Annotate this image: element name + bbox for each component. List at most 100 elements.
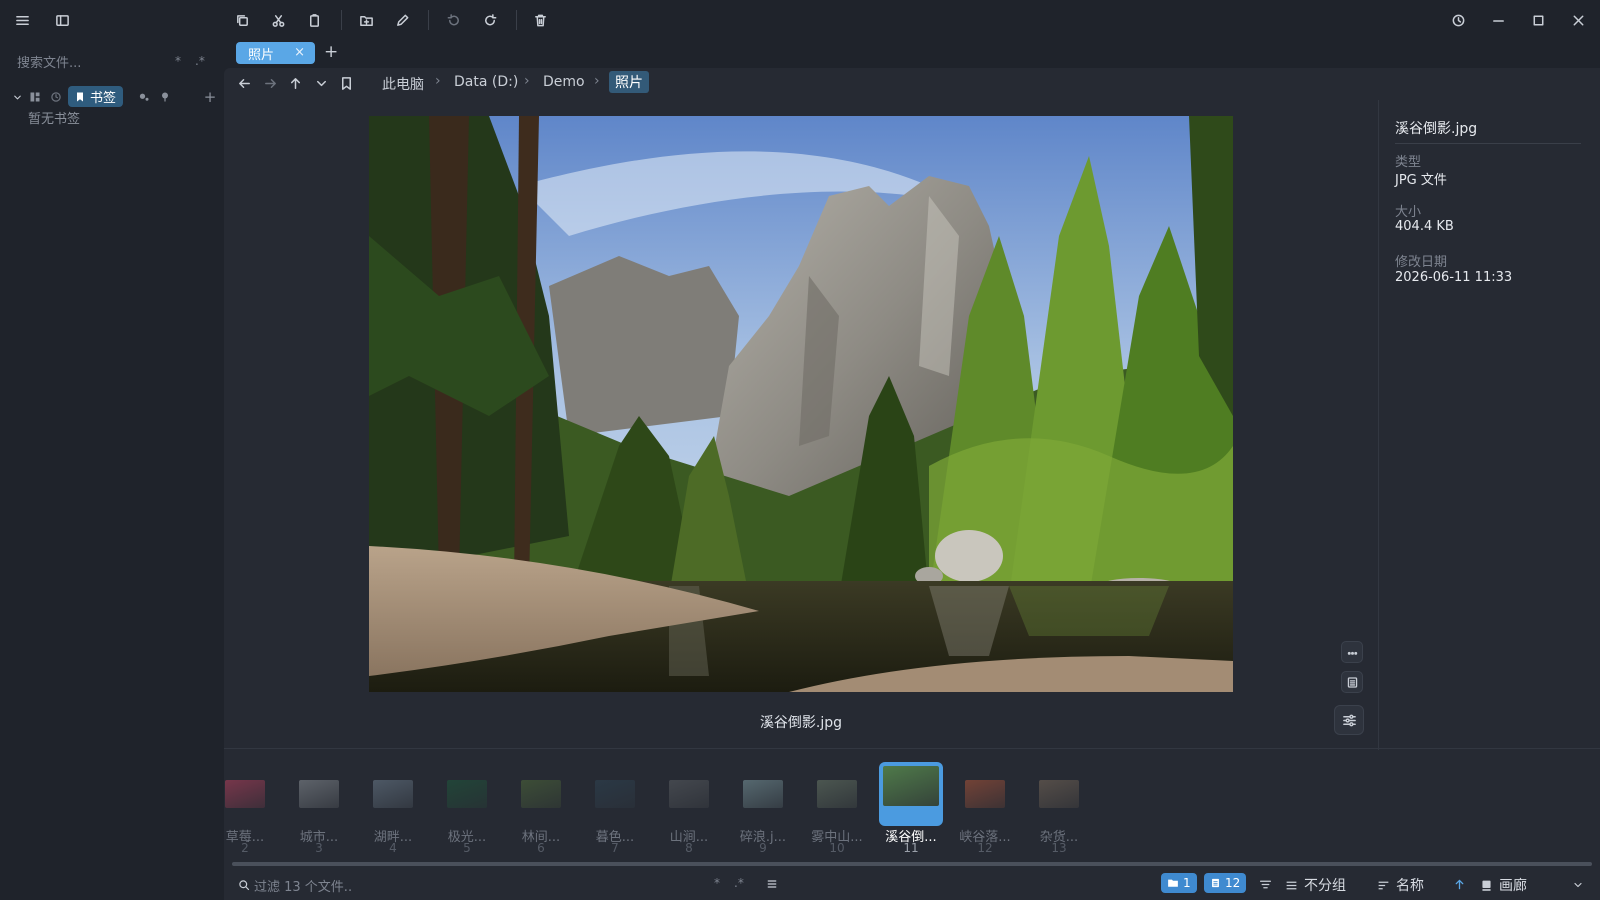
- paste-icon[interactable]: [304, 10, 324, 30]
- rename-icon[interactable]: [392, 10, 412, 30]
- group-by-button[interactable]: 不分组: [1285, 875, 1346, 895]
- preview-caption: 溪谷倒影.jpg: [759, 715, 843, 731]
- search-input[interactable]: 搜索文件...: [17, 56, 81, 71]
- delete-icon[interactable]: [530, 10, 550, 30]
- view-mode-button[interactable]: 画廊: [1480, 875, 1527, 895]
- folder-count-badge[interactable]: 1: [1161, 873, 1197, 893]
- undo-icon[interactable]: [443, 10, 463, 30]
- chevron-down-icon[interactable]: [10, 87, 24, 107]
- breadcrumb-separator: ›: [435, 73, 441, 89]
- bookmark-header: 书签 +: [10, 86, 216, 108]
- sort-label: 名称: [1396, 878, 1424, 894]
- filmstrip-thumbnail[interactable]: 极光... 5: [435, 762, 499, 855]
- search-wildcard-toggle[interactable]: *: [175, 54, 181, 68]
- tab-bookmarks[interactable]: 书签: [68, 86, 124, 107]
- tags-icon[interactable]: [134, 87, 154, 107]
- view-label: 画廊: [1499, 878, 1527, 894]
- back-icon[interactable]: [234, 73, 254, 93]
- filmstrip-thumbnail[interactable]: 碎浪.j... 9: [731, 762, 795, 855]
- filmstrip-thumbnail[interactable]: 杂货... 13: [1027, 762, 1091, 855]
- filmstrip-thumbnail[interactable]: 雾中山... 10: [805, 762, 869, 855]
- preview-image[interactable]: [369, 116, 1233, 692]
- breadcrumb-item[interactable]: 此电脑: [382, 74, 424, 94]
- breadcrumb-item[interactable]: Data (D:): [454, 74, 518, 90]
- navigation-bar: 此电脑 › Data (D:) › Demo › 照片: [234, 71, 1334, 95]
- breadcrumb-current[interactable]: 照片: [609, 71, 649, 93]
- thumbnail-number: 12: [977, 841, 993, 855]
- filter-input[interactable]: 过滤 13 个文件.. * .*: [232, 872, 752, 896]
- cut-icon[interactable]: [268, 10, 288, 30]
- forward-icon[interactable]: [260, 73, 280, 93]
- sidebar-toggle-icon[interactable]: [52, 10, 72, 30]
- filter-wildcard-toggle[interactable]: *: [714, 876, 720, 890]
- new-tab-button[interactable]: +: [324, 42, 338, 62]
- file-search[interactable]: 搜索文件... * .*: [17, 52, 217, 72]
- filter-placeholder: 过滤 13 个文件..: [254, 880, 353, 895]
- info-size-label: 大小: [1395, 205, 1422, 220]
- new-folder-icon[interactable]: [356, 10, 376, 30]
- group-label: 不分组: [1304, 878, 1346, 894]
- thumbnail-image: [817, 780, 857, 808]
- file-icon: [1212, 878, 1219, 888]
- filmstrip-thumbnail[interactable]: 溪谷倒... 11: [879, 762, 943, 855]
- add-bookmark-button[interactable]: +: [200, 87, 220, 107]
- tab-photos[interactable]: 照片 ×: [236, 42, 315, 64]
- filter-toggle-icon[interactable]: [1255, 874, 1275, 894]
- sort-by-button[interactable]: 名称: [1377, 875, 1424, 895]
- breadcrumb-separator: ›: [524, 73, 530, 89]
- search-regex-toggle[interactable]: .*: [195, 54, 205, 68]
- filmstrip-thumbnail[interactable]: 城市... 3: [287, 762, 351, 855]
- recent-icon[interactable]: [46, 87, 66, 107]
- empty-bookmarks-text: 暂无书签: [28, 112, 81, 127]
- sliders-icon: [1342, 714, 1356, 726]
- thumbnail-number: 3: [315, 841, 323, 855]
- thumbnail-number: 11: [903, 841, 919, 855]
- chevron-down-icon[interactable]: [1568, 875, 1588, 895]
- redo-icon[interactable]: [480, 10, 500, 30]
- filmstrip-thumbnail[interactable]: 草莓... 2: [213, 762, 277, 855]
- thumbnail-number: 9: [759, 841, 767, 855]
- list-options-icon[interactable]: [762, 874, 782, 894]
- copy-icon[interactable]: [232, 10, 252, 30]
- filmstrip-thumbnail[interactable]: 湖畔... 4: [361, 762, 425, 855]
- info-date-value: 2026-06-11 11:33: [1395, 270, 1513, 285]
- filter-regex-toggle[interactable]: .*: [734, 876, 744, 890]
- thumbnail-number: 7: [611, 841, 619, 855]
- filmstrip-thumbnail[interactable]: 暮色... 7: [583, 762, 647, 855]
- maximize-icon[interactable]: [1528, 10, 1548, 30]
- more-button[interactable]: [1341, 641, 1363, 663]
- tab-close-icon[interactable]: ×: [294, 45, 305, 60]
- menu-icon[interactable]: [12, 10, 32, 30]
- bookmark-add-icon[interactable]: [336, 73, 356, 93]
- sort-ascending-icon[interactable]: [1449, 874, 1469, 894]
- file-info-panel: 溪谷倒影.jpg 类型 JPG 文件 大小 404.4 KB 修改日期 2026…: [1378, 100, 1600, 750]
- thumbnail-number: 8: [685, 841, 693, 855]
- folder-icon: [1168, 879, 1178, 887]
- grid-view-icon[interactable]: [25, 87, 45, 107]
- tab-bar: 照片 × +: [224, 40, 1600, 68]
- gallery-icon: [1482, 880, 1491, 891]
- adjust-button[interactable]: [1334, 705, 1364, 735]
- breadcrumb-item[interactable]: Demo: [543, 74, 585, 90]
- file-count-badge[interactable]: 12: [1204, 873, 1247, 893]
- filmstrip-thumbnail[interactable]: 峡谷落... 12: [953, 762, 1017, 855]
- filmstrip-thumbnail[interactable]: 林间... 6: [509, 762, 573, 855]
- history-icon[interactable]: [1448, 10, 1468, 30]
- close-window-icon[interactable]: [1568, 10, 1588, 30]
- sort-icon: [1378, 881, 1389, 889]
- thumbnail-image: [669, 780, 709, 808]
- thumbnail-image: [883, 766, 939, 806]
- group-icon: [1286, 881, 1297, 889]
- up-icon[interactable]: [285, 73, 305, 93]
- thumbnail-number: 4: [389, 841, 397, 855]
- filmstrip-thumbnail[interactable]: 山涧... 8: [657, 762, 721, 855]
- horizontal-scrollbar[interactable]: [232, 862, 1592, 866]
- minimize-icon[interactable]: [1488, 10, 1508, 30]
- top-toolbar: [0, 0, 1600, 40]
- history-dropdown-icon[interactable]: [311, 73, 331, 93]
- search-icon: [236, 875, 252, 895]
- thumbnail-number: 6: [537, 841, 545, 855]
- details-toggle-button[interactable]: [1341, 671, 1363, 693]
- info-date-label: 修改日期: [1395, 255, 1448, 270]
- pin-icon[interactable]: [155, 87, 175, 107]
